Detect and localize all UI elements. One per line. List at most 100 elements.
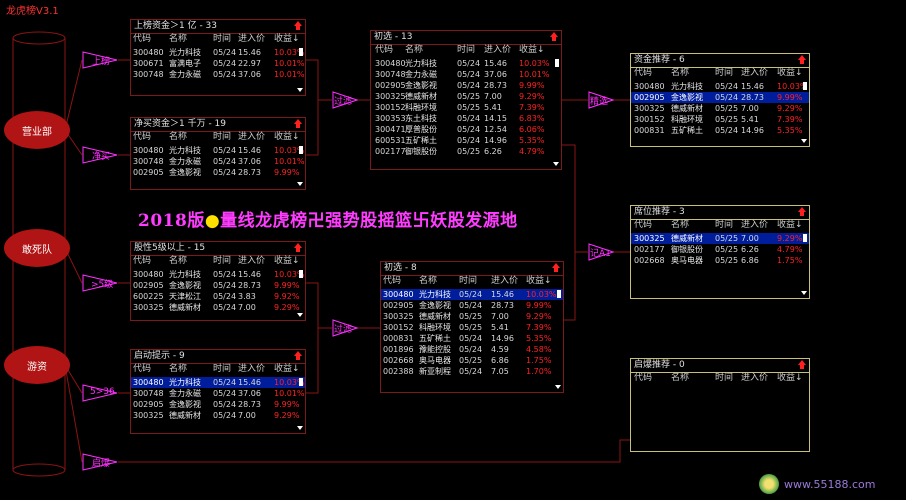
table-row[interactable]: 300480 光力科技 05/24 15.46 10.03% bbox=[381, 289, 563, 300]
table-row[interactable]: 002668 奥马电器 05/25 6.86 1.75% bbox=[631, 255, 809, 266]
flag-jiyi[interactable]: 记A1 bbox=[588, 243, 615, 265]
column-header-name[interactable]: 名称 bbox=[419, 276, 437, 287]
column-header-gain[interactable]: 收益↓ bbox=[777, 373, 803, 384]
column-header-price[interactable]: 进入价 bbox=[484, 45, 511, 56]
column-header-name[interactable]: 名称 bbox=[671, 68, 689, 79]
column-header-gain[interactable]: 收益↓ bbox=[274, 256, 300, 267]
table-row[interactable]: 002177 御银股份 05/25 6.26 4.79% bbox=[371, 146, 561, 157]
table-row[interactable]: 300480 光力科技 05/24 15.46 10.03% bbox=[131, 47, 305, 58]
column-header-date[interactable]: 时间 bbox=[213, 132, 231, 143]
panel-qidong[interactable]: 启动提示 - 9 代码 名称 时间 进入价 收益↓ 300480 光力科技 05/24 15.4… bbox=[130, 349, 306, 434]
column-header-gain[interactable]: 收益↓ bbox=[526, 276, 552, 287]
column-header-price[interactable]: 进入价 bbox=[741, 373, 768, 384]
table-row[interactable]: 002905 金逸影视 05/24 28.73 9.99% bbox=[131, 399, 305, 410]
table-row[interactable]: 000831 五矿稀土 05/24 14.96 5.35% bbox=[631, 125, 809, 136]
column-header-price[interactable]: 进入价 bbox=[238, 132, 265, 143]
flag-wusanliu[interactable]: 5>36 bbox=[82, 384, 118, 406]
table-row[interactable]: 300480 光力科技 05/24 15.46 10.03% bbox=[131, 145, 305, 156]
table-row[interactable]: 300671 富满电子 05/24 22.97 10.01% bbox=[131, 58, 305, 69]
column-header-gain[interactable]: 收益↓ bbox=[519, 45, 545, 56]
scrollbar-thumb[interactable] bbox=[803, 234, 807, 242]
table-row[interactable]: 300480 光力科技 05/24 15.46 10.03% bbox=[131, 269, 305, 280]
column-header-code[interactable]: 代码 bbox=[133, 34, 151, 45]
up-arrow-icon[interactable] bbox=[550, 32, 558, 42]
column-header-price[interactable]: 进入价 bbox=[238, 364, 265, 375]
table-row[interactable]: 300325 德威新材 05/25 7.00 9.29% bbox=[631, 103, 809, 114]
column-header-gain[interactable]: 收益↓ bbox=[274, 34, 300, 45]
column-header-name[interactable]: 名称 bbox=[671, 373, 689, 384]
table-row[interactable]: 300480 光力科技 05/24 15.46 10.03% bbox=[631, 81, 809, 92]
table-row[interactable]: 300480 光力科技 05/24 15.46 10.03% bbox=[371, 58, 561, 69]
up-arrow-icon[interactable] bbox=[798, 360, 806, 370]
up-arrow-icon[interactable] bbox=[552, 263, 560, 273]
table-row[interactable]: 300325 德威新材 05/25 7.00 9.29% bbox=[371, 91, 561, 102]
table-row[interactable]: 002905 金逸影视 05/24 28.73 9.99% bbox=[131, 167, 305, 178]
column-header-gain[interactable]: 收益↓ bbox=[777, 68, 803, 79]
table-row[interactable]: 300325 德威新材 05/24 7.00 9.29% bbox=[131, 302, 305, 313]
column-header-price[interactable]: 进入价 bbox=[741, 68, 768, 79]
column-header-code[interactable]: 代码 bbox=[133, 256, 151, 267]
table-row[interactable]: 300748 金力永磁 05/24 37.06 10.01% bbox=[131, 69, 305, 80]
column-header-date[interactable]: 时间 bbox=[715, 220, 733, 231]
column-header-name[interactable]: 名称 bbox=[169, 364, 187, 375]
scroll-down-icon[interactable] bbox=[553, 162, 559, 166]
table-row[interactable]: 300471 厚普股份 05/24 12.54 6.06% bbox=[371, 124, 561, 135]
panel-xiwei-tuijian[interactable]: 席位推荐 - 3 代码 名称 时间 进入价 收益↓ 300325 德威新材 05/25 7.00… bbox=[630, 205, 810, 299]
column-header-price[interactable]: 进入价 bbox=[491, 276, 518, 287]
panel-zijin-tuijian[interactable]: 资金推荐 - 6 代码 名称 时间 进入价 收益↓ 300480 光力科技 05/24 15.4… bbox=[630, 53, 810, 147]
table-row[interactable]: 002905 金逸影视 05/24 28.73 9.99% bbox=[631, 92, 809, 103]
table-row[interactable]: 002388 新亚制程 05/24 7.05 1.70% bbox=[381, 366, 563, 377]
scroll-down-icon[interactable] bbox=[555, 385, 561, 389]
table-row[interactable]: 300748 金力永磁 05/24 37.06 10.01% bbox=[131, 388, 305, 399]
scrollbar-thumb[interactable] bbox=[299, 270, 303, 278]
scrollbar-thumb[interactable] bbox=[299, 146, 303, 154]
column-header-code[interactable]: 代码 bbox=[375, 45, 393, 56]
table-row[interactable]: 002905 金逸影视 05/24 28.73 9.99% bbox=[381, 300, 563, 311]
column-header-name[interactable]: 名称 bbox=[169, 132, 187, 143]
scroll-down-icon[interactable] bbox=[801, 291, 807, 295]
column-header-code[interactable]: 代码 bbox=[634, 220, 652, 231]
up-arrow-icon[interactable] bbox=[294, 119, 302, 129]
scroll-down-icon[interactable] bbox=[297, 182, 303, 186]
table-row[interactable]: 300325 德威新材 05/25 7.00 9.29% bbox=[381, 311, 563, 322]
up-arrow-icon[interactable] bbox=[798, 55, 806, 65]
up-arrow-icon[interactable] bbox=[294, 351, 302, 361]
scroll-down-icon[interactable] bbox=[297, 426, 303, 430]
column-header-date[interactable]: 时间 bbox=[459, 276, 477, 287]
column-header-date[interactable]: 时间 bbox=[213, 364, 231, 375]
column-header-date[interactable]: 时间 bbox=[213, 256, 231, 267]
scroll-down-icon[interactable] bbox=[297, 313, 303, 317]
panel-qibao-tuijian[interactable]: 启爆推荐 - 0 代码 名称 时间 进入价 收益↓ bbox=[630, 358, 810, 452]
flag-qibao[interactable]: 启爆 bbox=[82, 453, 118, 475]
table-row[interactable]: 001896 豫能控股 05/24 4.59 4.58% bbox=[381, 344, 563, 355]
table-row[interactable]: 002668 奥马电器 05/25 6.86 1.75% bbox=[381, 355, 563, 366]
flag-shangbang[interactable]: 上榜 bbox=[82, 51, 118, 73]
table-row[interactable]: 300748 金力永磁 05/24 37.06 10.01% bbox=[131, 156, 305, 167]
node-yingyebu[interactable]: 营业部 bbox=[4, 111, 70, 149]
table-row[interactable]: 300325 德威新材 05/24 7.00 9.29% bbox=[131, 410, 305, 421]
table-row[interactable]: 600531 五矿稀土 05/24 14.96 5.35% bbox=[371, 135, 561, 146]
column-header-date[interactable]: 时间 bbox=[457, 45, 475, 56]
column-header-code[interactable]: 代码 bbox=[634, 373, 652, 384]
table-row[interactable]: 300152 科融环境 05/25 5.41 7.39% bbox=[381, 322, 563, 333]
node-gansidui[interactable]: 敢死队 bbox=[4, 229, 70, 267]
table-row[interactable]: 300353 东土科技 05/24 14.15 6.83% bbox=[371, 113, 561, 124]
scrollbar-thumb[interactable] bbox=[299, 48, 303, 56]
table-row[interactable]: 300480 光力科技 05/24 15.46 10.03% bbox=[131, 377, 305, 388]
table-row[interactable]: 002177 御银股份 05/25 6.26 4.79% bbox=[631, 244, 809, 255]
column-header-code[interactable]: 代码 bbox=[133, 364, 151, 375]
scrollbar-thumb[interactable] bbox=[557, 290, 561, 298]
flag-jingxuan[interactable]: 精选 bbox=[588, 91, 615, 113]
flag-wuji[interactable]: >5级 bbox=[82, 274, 118, 296]
column-header-date[interactable]: 时间 bbox=[715, 68, 733, 79]
table-row[interactable]: 300325 德威新材 05/25 7.00 9.29% bbox=[631, 233, 809, 244]
column-header-code[interactable]: 代码 bbox=[133, 132, 151, 143]
scrollbar-thumb[interactable] bbox=[555, 59, 559, 67]
column-header-price[interactable]: 进入价 bbox=[238, 34, 265, 45]
table-row[interactable]: 300748 金力永磁 05/24 37.06 10.01% bbox=[371, 69, 561, 80]
column-header-price[interactable]: 进入价 bbox=[238, 256, 265, 267]
column-header-gain[interactable]: 收益↓ bbox=[777, 220, 803, 231]
panel-wuji[interactable]: 股性5级以上 - 15 代码 名称 时间 进入价 收益↓ 300480 光力科技 05/24 1… bbox=[130, 241, 306, 321]
table-row[interactable]: 002905 金逸影视 05/24 28.73 9.99% bbox=[371, 80, 561, 91]
up-arrow-icon[interactable] bbox=[294, 243, 302, 253]
